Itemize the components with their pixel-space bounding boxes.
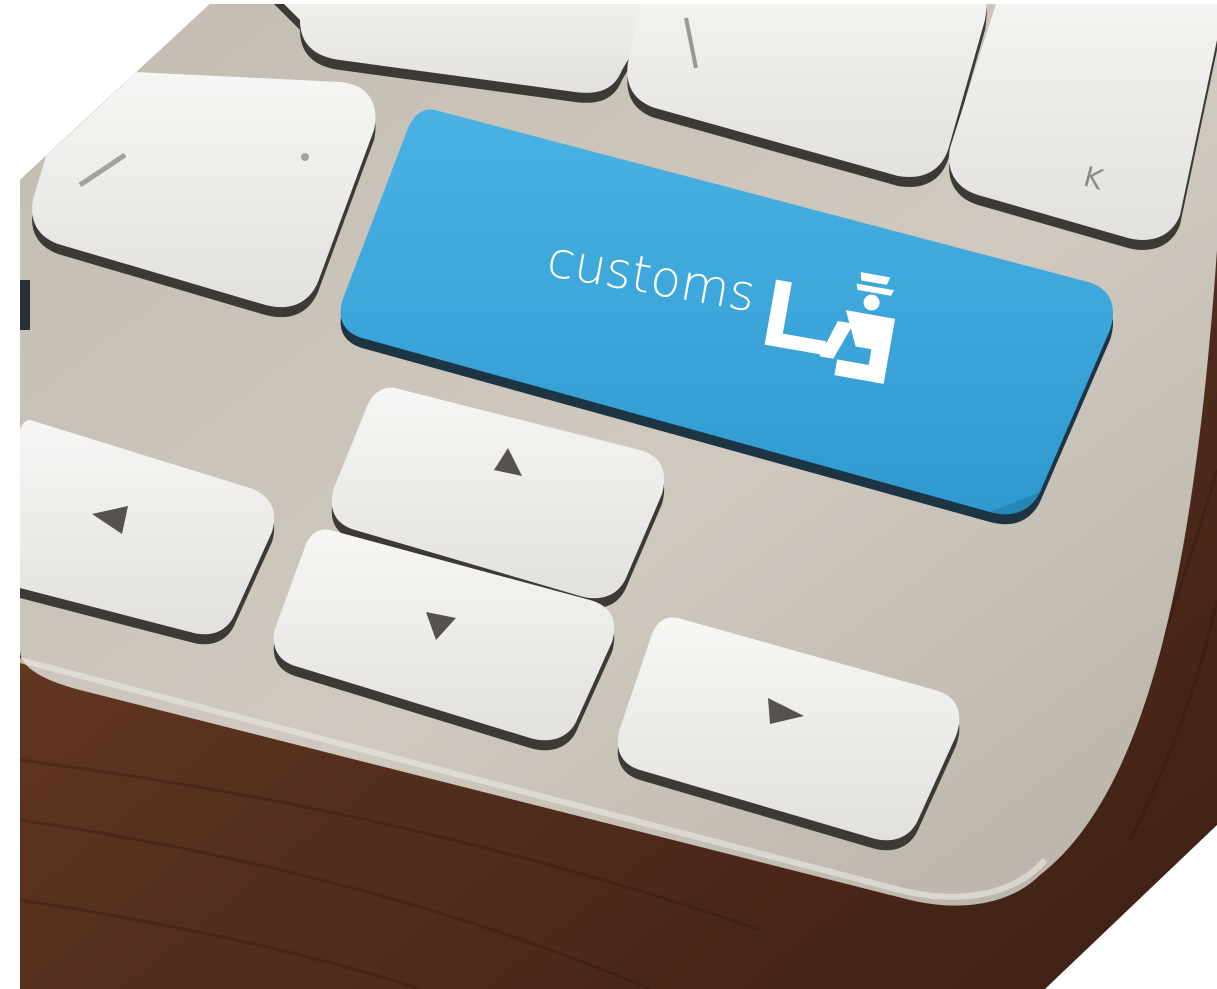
dark-key-edge — [20, 280, 30, 330]
dot-legend — [301, 153, 309, 161]
keyboard-photo: K customs — [20, 4, 1217, 989]
